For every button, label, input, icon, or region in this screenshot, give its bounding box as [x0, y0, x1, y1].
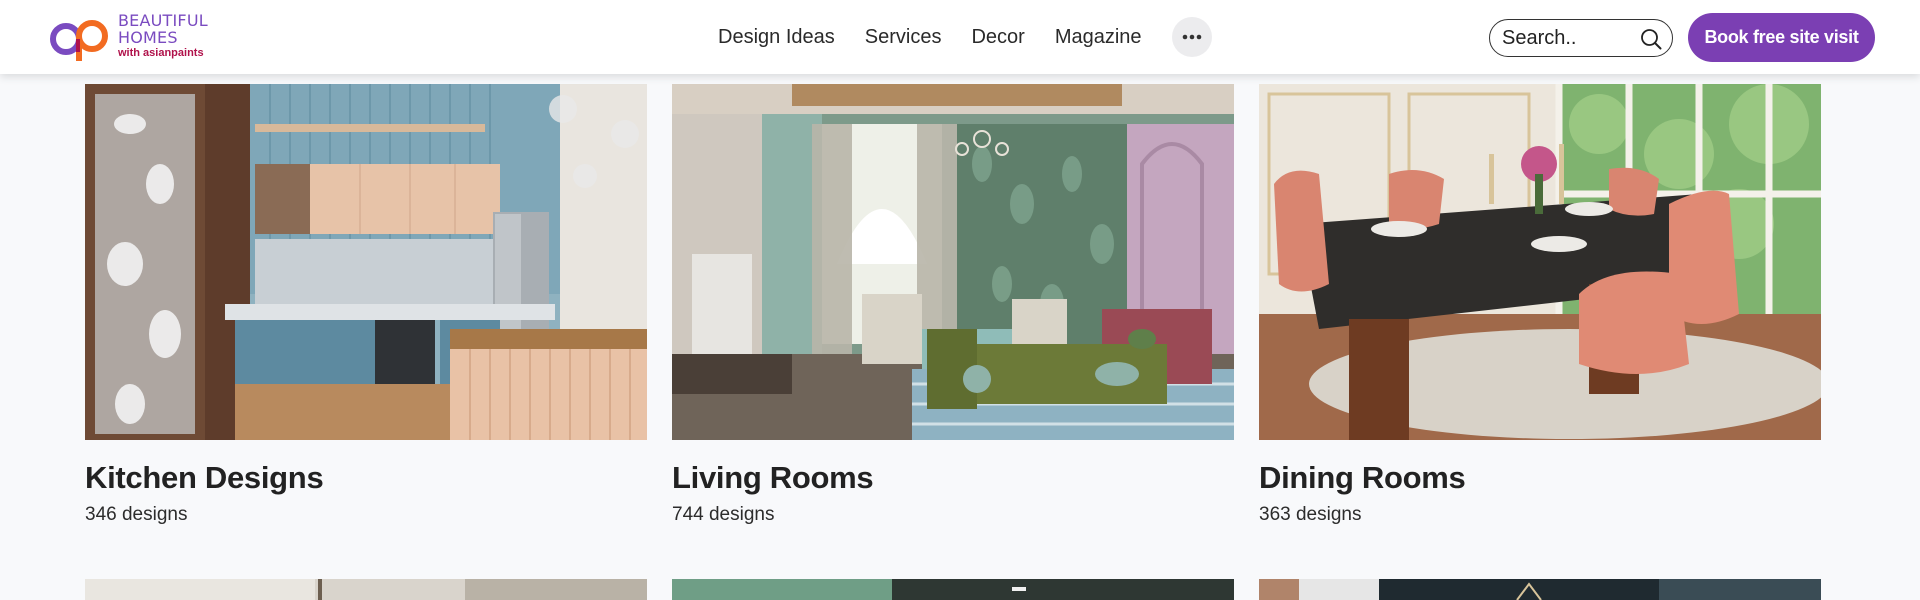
category-card-dining-room[interactable]: Dining Rooms 363 designs	[1259, 84, 1821, 526]
category-card-peek[interactable]	[672, 579, 1234, 600]
logo-line-homes: HOMES	[118, 28, 178, 47]
card-title[interactable]: Dining Rooms	[1259, 460, 1821, 496]
more-menu-button[interactable]	[1171, 17, 1212, 57]
kitchen-photo[interactable]	[85, 84, 647, 440]
living-room-photo[interactable]	[672, 84, 1234, 440]
logo-line-beautiful: BEAUTIFUL	[118, 11, 208, 30]
main-nav: Design Ideas Services Decor Magazine	[718, 0, 1212, 74]
category-card-peek[interactable]	[85, 579, 647, 600]
logo-line-asianpaints: with asianpaints	[118, 47, 204, 59]
brand-logo[interactable]: BEAUTIFUL HOMES with asianpaints	[48, 10, 248, 64]
category-card-kitchen[interactable]: Kitchen Designs 346 designs	[85, 84, 647, 526]
search-box	[1489, 19, 1673, 57]
card-title[interactable]: Kitchen Designs	[85, 460, 647, 496]
site-header: BEAUTIFUL HOMES with asianpaints Design …	[0, 0, 1920, 74]
ap-logo-icon	[50, 20, 108, 61]
category-card-living-room[interactable]: Living Rooms 744 designs	[672, 84, 1234, 526]
book-site-visit-button[interactable]: Book free site visit	[1688, 13, 1875, 62]
card-title[interactable]: Living Rooms	[672, 460, 1234, 496]
nav-design-ideas[interactable]: Design Ideas	[718, 26, 835, 49]
card-design-count: 363 designs	[1259, 504, 1362, 525]
nav-services[interactable]: Services	[865, 26, 942, 49]
search-icon[interactable]	[1640, 28, 1662, 50]
more-horizontal-icon	[1182, 34, 1201, 40]
card-design-count: 744 designs	[672, 504, 775, 525]
logo-wordmark: BEAUTIFUL HOMES with asianpaints	[118, 12, 208, 60]
dining-room-photo[interactable]	[1259, 84, 1821, 440]
search-input[interactable]	[1502, 26, 1638, 50]
card-design-count: 346 designs	[85, 504, 188, 525]
category-card-peek[interactable]	[1259, 579, 1821, 600]
nav-decor[interactable]: Decor	[971, 26, 1024, 49]
nav-magazine[interactable]: Magazine	[1055, 26, 1142, 49]
